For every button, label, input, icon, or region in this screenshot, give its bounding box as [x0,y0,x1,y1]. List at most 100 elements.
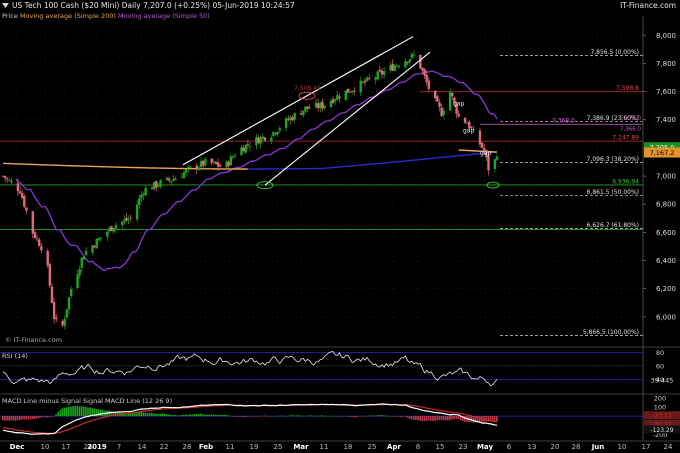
candle-body [412,54,416,56]
candle-body [110,226,113,231]
candle-body [233,155,237,157]
candle-body [91,245,94,253]
macd-histogram-bar [425,416,428,422]
candle-body [316,103,320,109]
x-tick-label: 25 [274,443,283,451]
macd-histogram-bar [266,416,268,417]
candle-body [346,88,350,93]
candle-body [214,161,218,164]
candle-body [306,106,309,109]
macd-histogram-bar [451,416,453,420]
macd-histogram-bar [302,415,304,417]
macd-histogram-bar [378,415,381,417]
macd-histogram-bar [168,414,170,417]
macd-histogram-bar [455,416,458,419]
macd-histogram-bar [2,416,4,421]
candle-body [368,78,371,79]
macd-histogram-bar [87,407,89,417]
candle-body [227,162,230,166]
macd-histogram-bar [21,416,23,420]
macd-histogram-bar [180,414,183,417]
macd-histogram-bar [444,416,447,421]
level-label: 6,861.5 (50.00%) [587,189,639,196]
macd-histogram-bar [291,415,294,417]
candle-body [159,180,162,187]
macd-histogram-bar [6,416,8,421]
x-tick-label: 17 [642,443,651,451]
macd-histogram-bar [415,416,417,420]
macd-legend: MACD Line minus Signal Signal MACD Line … [2,397,173,405]
candle-body [33,232,37,239]
candle-body [50,286,54,303]
candle-body [189,166,192,168]
y-tick-label: 6,200 [656,285,676,293]
candle-body [80,257,83,268]
level-label: 7,598.8 [616,85,639,92]
x-tick-label: Feb [199,443,213,451]
candle-body [61,321,64,326]
candle-body [150,187,154,190]
macd-histogram-bar [208,414,211,417]
macd-histogram-bar [195,414,198,417]
x-tick-label: 14 [138,443,147,451]
macd-histogram-bar [251,416,253,417]
macd-histogram-bar [214,414,217,417]
macd-histogram-bar [312,415,315,417]
candle-body [187,166,190,168]
macd-histogram-bar [449,416,451,421]
macd-histogram-bar [432,416,434,421]
level-mini-label: 7,366.0 [620,127,641,133]
price-chart[interactable]: 7,856.5 (0.00%)7,386.9 (23.60%)7,096.3 (… [0,0,680,453]
macd-histogram-bar [172,414,174,417]
candle-body [374,77,377,80]
candle-body [380,70,384,75]
x-tick-label: 11 [226,443,235,451]
candle-body [391,64,394,71]
macd-histogram-bar [363,415,366,417]
macd-histogram-bar [315,415,317,417]
candle-body [348,92,352,93]
macd-histogram-bar [25,416,28,420]
macd-histogram-bar [257,416,260,417]
candle-body [293,113,296,120]
x-tick-label: 28 [572,443,581,451]
candle-body [314,102,318,108]
candle-body [321,101,324,109]
macd-histogram-bar [240,416,243,417]
macd-histogram-bar [131,413,134,417]
macd-histogram-bar [485,416,487,422]
macd-histogram-bar [59,409,62,417]
macd-histogram-bar [398,416,400,417]
price-box-lower-label: 7,167.2 [650,149,675,157]
candle-body [155,181,158,188]
macd-histogram-bar [176,415,179,417]
candle-body [180,177,184,178]
level-label: 7,368.0 [552,118,575,125]
macd-histogram-bar [349,416,351,417]
macd-histogram-bar [346,416,349,417]
macd-histogram-bar [80,406,83,417]
macd-histogram-bar [410,416,413,420]
macd-histogram-bar [57,411,59,417]
macd-histogram-bar [78,406,81,417]
macd-histogram-bar [212,414,215,417]
macd-histogram-bar [182,414,185,417]
rsi-tick-label: 80 [656,349,664,357]
candle-body [248,146,252,147]
macd-histogram-bar [46,416,49,418]
macd-histogram-bar [163,413,166,417]
candle-body [308,107,311,109]
macd-histogram-bar [221,414,223,417]
candle-body [1,175,5,177]
rsi-tick-label: 60 [656,362,664,370]
ma200-line-late [247,151,498,170]
macd-histogram-bar [453,416,456,420]
macd-histogram-bar [8,416,10,421]
macd-histogram-bar [336,416,338,417]
macd-histogram-bar [327,416,330,417]
candle-body [257,137,260,144]
macd-histogram-bar [142,412,145,417]
candle-body [65,309,69,318]
candle-body [304,106,307,112]
macd-histogram-bar [227,415,230,417]
